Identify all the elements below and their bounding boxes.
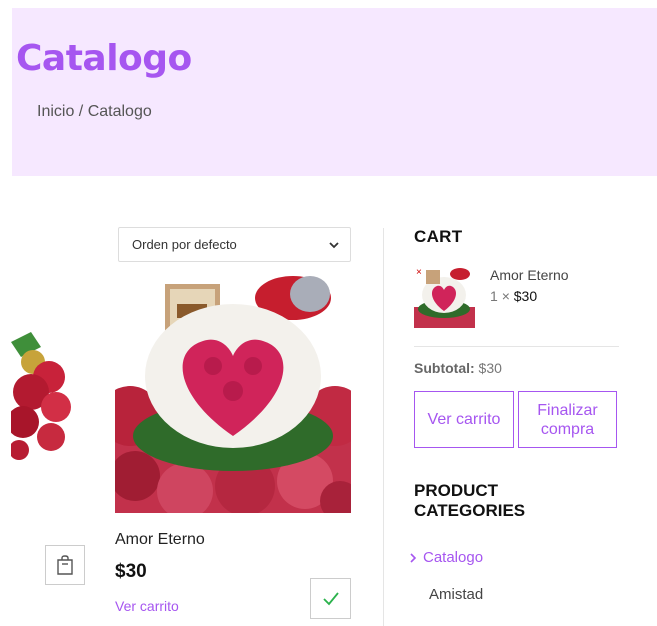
product-price: $30 — [115, 561, 147, 582]
cart-item-name[interactable]: Amor Eterno — [490, 267, 569, 283]
cart-item-qty-value: 1 — [490, 288, 498, 304]
sidebar-divider — [383, 228, 384, 626]
category-item-amistad[interactable]: Amistad — [429, 586, 483, 603]
flower-arrangement-image — [115, 276, 351, 513]
breadcrumb[interactable]: Inicio / Catalogo — [37, 103, 152, 121]
add-to-cart-button[interactable] — [45, 545, 85, 585]
cart-item-multiplier: × — [501, 288, 510, 304]
view-cart-link[interactable]: Ver carrito — [115, 598, 179, 614]
category-item-catalogo[interactable]: Catalogo — [410, 549, 483, 566]
sort-select[interactable]: Orden por defecto — [118, 227, 351, 262]
page-header — [12, 8, 657, 176]
page-title: Catalogo — [16, 38, 192, 79]
flower-arrangement-thumbnail — [414, 267, 475, 328]
subtotal-value: $30 — [478, 360, 502, 376]
product-image-partial[interactable] — [11, 332, 73, 462]
remove-item-icon[interactable]: × — [416, 268, 422, 278]
category-label: Catalogo — [423, 549, 484, 566]
added-to-cart-button[interactable] — [310, 578, 351, 619]
checkout-button[interactable]: Finalizar compra — [518, 391, 617, 448]
view-cart-button[interactable]: Ver carrito — [414, 391, 514, 448]
checkmark-icon — [322, 591, 339, 605]
product-name[interactable]: Amor Eterno — [115, 531, 205, 549]
chevron-down-icon — [329, 241, 339, 248]
cart-item-quantity: 1 × $30 — [490, 288, 537, 304]
chevron-right-icon — [410, 552, 417, 563]
cart-item-price: $30 — [513, 288, 538, 304]
cart-heading: CART — [414, 227, 463, 246]
flower-image — [11, 332, 73, 462]
shopping-bag-icon — [57, 555, 73, 575]
categories-heading: PRODUCT CATEGORIES — [414, 481, 526, 520]
subtotal-label: Subtotal: — [414, 360, 475, 376]
cart-subtotal: Subtotal: $30 — [414, 360, 502, 376]
sort-select-value: Orden por defecto — [132, 237, 237, 252]
cart-item-thumbnail[interactable] — [414, 267, 475, 328]
product-image[interactable] — [115, 276, 351, 513]
cart-divider — [414, 346, 619, 347]
